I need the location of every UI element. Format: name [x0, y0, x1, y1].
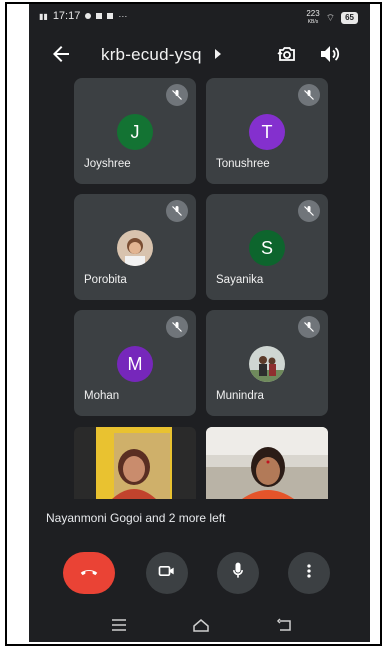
status-time: 17:17 — [52, 10, 81, 22]
participant-tile[interactable]: S Sayanika — [206, 194, 328, 300]
participant-tile[interactable]: T Tonushree — [206, 78, 328, 184]
mail-notification-icon — [96, 13, 103, 19]
app-notification-icon — [107, 13, 114, 19]
participant-tile[interactable]: M Mohan — [74, 310, 196, 416]
participant-name: Sayanika — [216, 274, 264, 286]
participant-name: Tonushree — [216, 158, 270, 170]
signal-icon: ▮▮ — [39, 11, 48, 21]
participant-name: Porobita — [84, 274, 127, 286]
battery-icon: 65 — [341, 12, 358, 24]
back-arrow-icon[interactable] — [49, 42, 73, 66]
system-navigation-bar — [29, 608, 370, 642]
end-call-icon — [78, 560, 100, 587]
camera-toggle-button[interactable] — [146, 552, 188, 594]
more-vert-icon — [299, 561, 319, 586]
participants-left-notification: Nayanmoni Gogoi and 2 more left — [46, 511, 226, 525]
back-icon[interactable] — [275, 616, 295, 634]
mic-off-icon — [166, 84, 188, 106]
participant-name: Mohan — [84, 390, 120, 402]
end-call-button[interactable] — [63, 552, 115, 594]
participant-name: Joyshree — [84, 158, 131, 170]
app-bar: krb-ecud-ysq — [29, 34, 370, 74]
more-notifications-icon: ··· — [118, 11, 128, 21]
network-speed: 223 KB/s — [306, 9, 320, 26]
menu-icon[interactable] — [109, 616, 129, 634]
switch-camera-icon[interactable] — [275, 42, 299, 66]
status-left: ▮▮ 17:17 ··· — [39, 10, 127, 22]
profile-photo — [117, 230, 153, 266]
more-options-button[interactable] — [288, 552, 330, 594]
home-icon[interactable] — [191, 616, 211, 634]
mic-off-icon — [298, 84, 320, 106]
avatar: J — [117, 114, 153, 150]
participant-video-tile[interactable] — [74, 427, 196, 499]
participant-video-tile[interactable] — [206, 427, 328, 499]
microphone-icon — [228, 561, 248, 586]
camera-icon — [157, 561, 177, 586]
participant-tile[interactable]: Porobita — [74, 194, 196, 300]
chat-notification-icon — [85, 13, 92, 19]
chevron-right-icon[interactable] — [215, 49, 221, 59]
mic-off-icon — [298, 316, 320, 338]
mic-off-icon — [166, 316, 188, 338]
participant-name: Munindra — [216, 390, 264, 402]
mic-off-icon — [166, 200, 188, 222]
wifi-icon: ⌔ — [325, 12, 336, 24]
phone-screen: ▮▮ 17:17 ··· 223 KB/s ⌔ 65 krb-ecud-ysq — [29, 4, 370, 642]
meeting-title[interactable]: krb-ecud-ysq — [101, 45, 202, 65]
profile-photo — [249, 346, 285, 382]
avatar: T — [249, 114, 285, 150]
participant-tile[interactable]: Munindra — [206, 310, 328, 416]
participant-tile[interactable]: J Joyshree — [74, 78, 196, 184]
speaker-icon[interactable] — [317, 42, 341, 66]
status-right: 223 KB/s ⌔ 65 — [306, 10, 358, 26]
status-bar: ▮▮ 17:17 ··· 223 KB/s ⌔ 65 — [29, 4, 370, 30]
avatar: M — [117, 346, 153, 382]
avatar: S — [249, 230, 285, 266]
microphone-toggle-button[interactable] — [217, 552, 259, 594]
mic-off-icon — [298, 200, 320, 222]
